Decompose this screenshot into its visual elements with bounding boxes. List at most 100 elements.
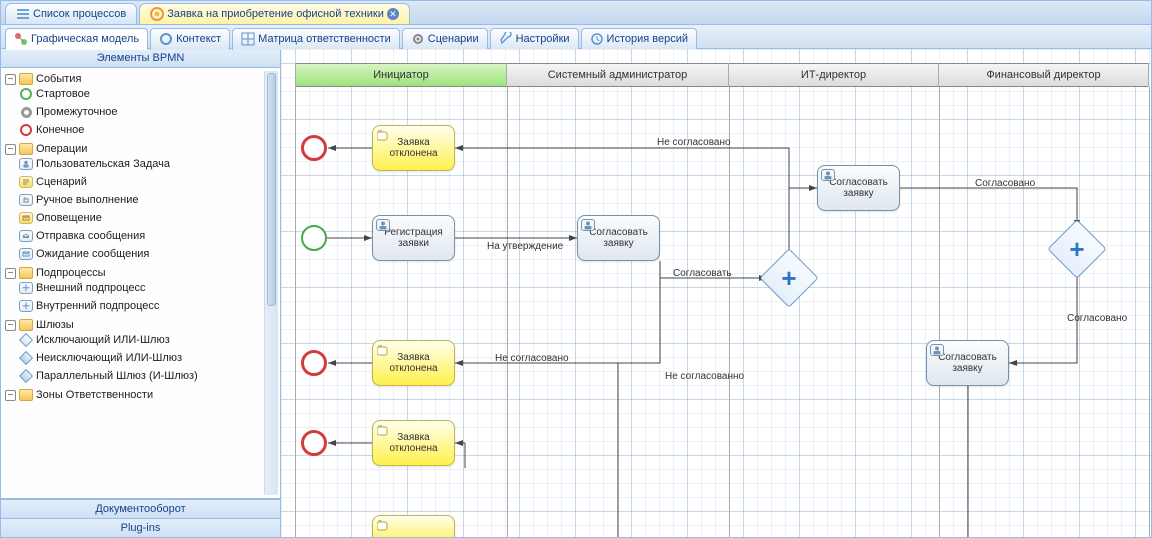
tab-matrix[interactable]: Матрица ответственности [232, 28, 400, 50]
subtab-label: Контекст [176, 33, 221, 45]
tree-item-script[interactable]: Сценарий [19, 175, 264, 189]
tree-item-user-task[interactable]: Пользовательская Задача [19, 157, 264, 171]
user-icon [376, 219, 390, 231]
body: Элементы BPMN −События Стартовое Промежу… [1, 49, 1151, 537]
tree-folder-gateways[interactable]: −Шлюзы [5, 319, 264, 331]
task-approve-findirector[interactable]: Согласовать заявку [926, 340, 1009, 386]
lane-header[interactable]: Финансовый директор [939, 63, 1148, 87]
accordion-plugins[interactable]: Plug-ins [1, 518, 280, 537]
user-icon [930, 344, 944, 356]
close-icon[interactable]: ✕ [387, 8, 399, 20]
accordion-docs[interactable]: Документооборот [1, 499, 280, 518]
tree-item-start-event[interactable]: Стартовое [19, 87, 264, 101]
tree-folder-subprocesses[interactable]: −Подпроцессы [5, 267, 264, 279]
folder-icon [19, 73, 33, 85]
tab-label: Заявка на приобретение офисной техники [167, 8, 384, 20]
sidebar-scrollbar[interactable] [264, 71, 278, 495]
tab-process-list[interactable]: Список процессов [5, 3, 137, 24]
subtab-label: Матрица ответственности [258, 33, 391, 45]
user-icon [821, 169, 835, 181]
bpmn-elements-panel: −События Стартовое Промежуточное Конечно… [1, 68, 280, 499]
tree-folder-events[interactable]: −События [5, 73, 264, 85]
sidebar: Элементы BPMN −События Стартовое Промежу… [1, 49, 281, 537]
end-event-1[interactable] [301, 135, 327, 161]
task-approve-sysadmin[interactable]: Согласовать заявку [577, 215, 660, 261]
edge-label: Не согласовано [657, 137, 731, 148]
subtab-label: Графическая модель [31, 33, 139, 45]
task-register[interactable]: Регистрация заявки [372, 215, 455, 261]
task-rejected-3[interactable]: Заявка отклонена [372, 420, 455, 466]
tree-item-and-gateway[interactable]: Параллельный Шлюз (И-Шлюз) [19, 369, 264, 383]
gateway-1[interactable]: + [768, 257, 810, 299]
folder-icon [19, 267, 33, 279]
start-event[interactable] [301, 225, 327, 251]
manual-icon [19, 193, 33, 207]
folder-icon [19, 143, 33, 155]
tab-graphic-model[interactable]: Графическая модель [5, 28, 148, 50]
tree-item-manual[interactable]: Ручное выполнение [19, 193, 264, 207]
end-event-icon [19, 123, 33, 137]
tree-item-or-gateway[interactable]: Неисключающий ИЛИ-Шлюз [19, 351, 264, 365]
edge-label: На утверждение [487, 241, 563, 252]
wrench-icon [499, 32, 513, 46]
diagram-canvas[interactable]: Инициатор Системный администратор ИТ-дир… [281, 49, 1151, 537]
tab-settings[interactable]: Настройки [490, 28, 579, 50]
end-event-2[interactable] [301, 350, 327, 376]
notify-icon [19, 211, 33, 225]
subprocess-icon: ＋ [19, 299, 33, 313]
scrollbar-thumb[interactable] [267, 73, 276, 306]
stage: Инициатор Системный администратор ИТ-дир… [295, 63, 1151, 537]
collapse-icon[interactable]: − [5, 144, 16, 155]
tree-item-end-event[interactable]: Конечное [19, 123, 264, 137]
edge-label: Согласовано [975, 178, 1035, 189]
task-approve-itdirector[interactable]: Согласовать заявку [817, 165, 900, 211]
collapse-icon[interactable]: − [5, 390, 16, 401]
task-rejected-2[interactable]: Заявка отклонена [372, 340, 455, 386]
tree-item-int-subprocess[interactable]: ＋Внутренний подпроцесс [19, 299, 264, 313]
tab-request[interactable]: Заявка на приобретение офисной техники ✕ [139, 3, 410, 24]
collapse-icon[interactable]: − [5, 74, 16, 85]
user-icon [581, 219, 595, 231]
lane-itdirector: ИТ-директор [729, 63, 939, 87]
lane-border [1149, 87, 1150, 537]
edge-label: Согласовать [673, 268, 732, 279]
lane-findirector: Финансовый директор [939, 63, 1149, 87]
gateway-2[interactable]: + [1056, 228, 1098, 270]
plus-icon: + [1056, 228, 1098, 270]
tree-item-xor-gateway[interactable]: Исключающий ИЛИ-Шлюз [19, 333, 264, 347]
gear-icon [411, 32, 425, 46]
tab-scenarios[interactable]: Сценарии [402, 28, 488, 50]
folder-icon [19, 389, 33, 401]
lane-header[interactable]: ИТ-директор [729, 63, 938, 87]
graph-icon [14, 32, 28, 46]
subtab-label: История версий [607, 33, 688, 45]
tree-folder-swimlanes[interactable]: −Зоны Ответственности [5, 389, 264, 401]
edge-label: Не согласованно [665, 371, 744, 382]
matrix-icon [241, 32, 255, 46]
task-rejected-1[interactable]: Заявка отклонена [372, 125, 455, 171]
tree-item-ext-subprocess[interactable]: ＋Внешний подпроцесс [19, 281, 264, 295]
collapse-icon[interactable]: − [5, 268, 16, 279]
collapse-icon[interactable]: − [5, 320, 16, 331]
tab-history[interactable]: История версий [581, 28, 697, 50]
subprocess-icon: ＋ [19, 281, 33, 295]
tree-item-intermediate-event[interactable]: Промежуточное [19, 105, 264, 119]
note-icon [376, 519, 390, 531]
start-event-icon [19, 87, 33, 101]
tree-folder-operations[interactable]: −Операции [5, 143, 264, 155]
panel-title: Элементы BPMN [1, 49, 280, 68]
task-cutoff[interactable] [372, 515, 455, 537]
process-icon [150, 7, 164, 21]
tree-item-send[interactable]: Отправка сообщения [19, 229, 264, 243]
folder-icon [19, 319, 33, 331]
tree-item-notify[interactable]: Оповещение [19, 211, 264, 225]
plus-icon: + [768, 257, 810, 299]
context-icon [159, 32, 173, 46]
send-icon [19, 229, 33, 243]
subtab-label: Сценарии [428, 33, 479, 45]
tree-item-wait[interactable]: Ожидание сообщения [19, 247, 264, 261]
tab-context[interactable]: Контекст [150, 28, 230, 50]
subtab-label: Настройки [516, 33, 570, 45]
intermediate-event-icon [19, 105, 33, 119]
end-event-3[interactable] [301, 430, 327, 456]
